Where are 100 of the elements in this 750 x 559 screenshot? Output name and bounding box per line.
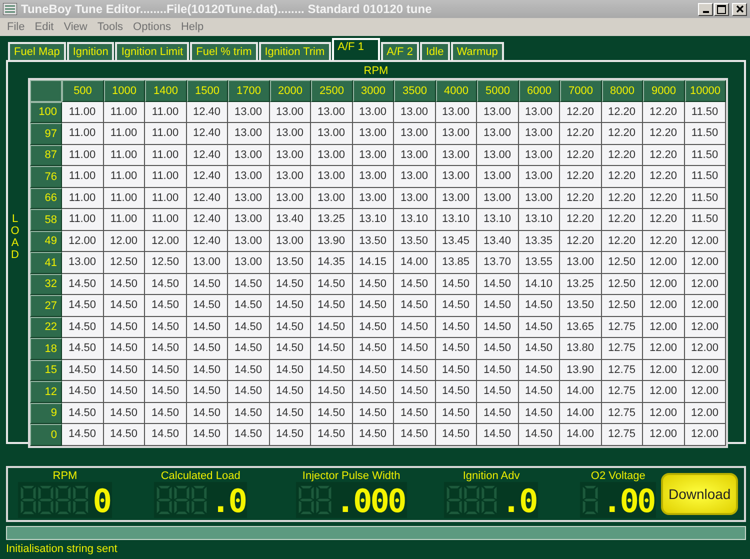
table-cell[interactable]: 14.50: [311, 381, 352, 402]
table-cell[interactable]: 13.00: [311, 102, 352, 123]
table-cell[interactable]: 12.00: [643, 338, 684, 360]
table-cell[interactable]: 13.00: [436, 144, 477, 166]
table-cell[interactable]: 13.00: [518, 102, 560, 123]
table-cell[interactable]: 12.50: [104, 252, 145, 274]
table-cell[interactable]: 14.50: [104, 424, 145, 446]
table-cell[interactable]: 13.10: [436, 209, 477, 230]
table-cell[interactable]: 11.00: [145, 102, 186, 123]
table-cell[interactable]: 11.00: [104, 102, 145, 123]
table-cell[interactable]: 13.55: [518, 252, 560, 274]
table-cell[interactable]: 11.00: [104, 144, 145, 166]
table-cell[interactable]: 11.00: [62, 123, 104, 144]
table-cell[interactable]: 13.00: [270, 123, 311, 144]
tab[interactable]: Ignition Limit: [115, 42, 190, 60]
table-cell[interactable]: 13.90: [311, 230, 352, 252]
table-cell[interactable]: 12.00: [104, 230, 145, 252]
table-cell[interactable]: 12.00: [643, 381, 684, 402]
table-cell[interactable]: 14.50: [145, 274, 186, 295]
table-cell[interactable]: 14.50: [228, 295, 270, 316]
table-cell[interactable]: 14.50: [477, 295, 518, 316]
table-cell[interactable]: 14.50: [228, 381, 270, 402]
table-cell[interactable]: 12.20: [560, 209, 602, 230]
table-cell[interactable]: 13.00: [228, 144, 270, 166]
table-cell[interactable]: 13.65: [560, 316, 602, 338]
table-cell[interactable]: 12.75: [602, 338, 643, 360]
table-cell[interactable]: 14.15: [352, 252, 394, 274]
table-cell[interactable]: 13.00: [228, 209, 270, 230]
table-cell[interactable]: 13.00: [394, 123, 436, 144]
tab[interactable]: Warmup: [450, 42, 504, 60]
table-cell[interactable]: 14.50: [436, 360, 477, 381]
table-cell[interactable]: 12.40: [186, 102, 228, 123]
tab[interactable]: Idle: [420, 42, 450, 60]
table-cell[interactable]: 14.50: [186, 381, 228, 402]
table-cell[interactable]: 14.50: [352, 424, 394, 446]
table-cell[interactable]: 13.00: [270, 102, 311, 123]
table-cell[interactable]: 14.50: [104, 274, 145, 295]
table-cell[interactable]: 13.00: [352, 102, 394, 123]
table-cell[interactable]: 11.50: [684, 188, 726, 209]
table-cell[interactable]: 14.50: [62, 424, 104, 446]
table-cell[interactable]: 11.00: [62, 144, 104, 166]
table-cell[interactable]: 12.00: [62, 230, 104, 252]
table-cell[interactable]: 14.50: [518, 338, 560, 360]
table-cell[interactable]: 14.50: [311, 316, 352, 338]
table-cell[interactable]: 14.50: [145, 402, 186, 424]
table-cell[interactable]: 14.00: [560, 402, 602, 424]
table-cell[interactable]: 11.00: [104, 166, 145, 188]
table-cell[interactable]: 13.00: [477, 144, 518, 166]
table-cell[interactable]: 14.50: [394, 338, 436, 360]
table-cell[interactable]: 14.50: [352, 360, 394, 381]
table-cell[interactable]: 14.50: [104, 360, 145, 381]
table-cell[interactable]: 13.90: [560, 360, 602, 381]
table-cell[interactable]: 14.50: [477, 316, 518, 338]
table-cell[interactable]: 11.00: [62, 102, 104, 123]
table-cell[interactable]: 14.50: [270, 402, 311, 424]
table-cell[interactable]: 14.50: [477, 381, 518, 402]
table-cell[interactable]: 14.50: [104, 381, 145, 402]
table-cell[interactable]: 14.50: [145, 316, 186, 338]
table-cell[interactable]: 14.50: [228, 338, 270, 360]
table-cell[interactable]: 13.85: [436, 252, 477, 274]
table-cell[interactable]: 12.20: [643, 123, 684, 144]
table-cell[interactable]: 11.50: [684, 144, 726, 166]
table-cell[interactable]: 11.00: [104, 188, 145, 209]
table-cell[interactable]: 11.00: [145, 209, 186, 230]
table-cell[interactable]: 13.00: [311, 123, 352, 144]
table-cell[interactable]: 14.50: [394, 402, 436, 424]
table-cell[interactable]: 14.50: [477, 402, 518, 424]
table-cell[interactable]: 14.50: [270, 424, 311, 446]
tab[interactable]: A/F 1: [332, 38, 380, 60]
table-cell[interactable]: 14.50: [518, 316, 560, 338]
table-cell[interactable]: 11.50: [684, 102, 726, 123]
table-cell[interactable]: 14.50: [518, 424, 560, 446]
table-cell[interactable]: 14.50: [311, 402, 352, 424]
table-cell[interactable]: 11.00: [145, 188, 186, 209]
table-cell[interactable]: 13.00: [436, 102, 477, 123]
table-cell[interactable]: 13.00: [518, 166, 560, 188]
table-cell[interactable]: 14.50: [394, 274, 436, 295]
table-cell[interactable]: 12.20: [602, 166, 643, 188]
table-cell[interactable]: 14.50: [477, 274, 518, 295]
table-cell[interactable]: 13.00: [352, 123, 394, 144]
table-cell[interactable]: 14.50: [436, 295, 477, 316]
maximize-button[interactable]: [714, 2, 729, 16]
table-cell[interactable]: 14.50: [145, 338, 186, 360]
table-cell[interactable]: 12.20: [560, 188, 602, 209]
tab[interactable]: Fuel % trim: [190, 42, 258, 60]
table-cell[interactable]: 11.00: [62, 209, 104, 230]
table-cell[interactable]: 12.00: [684, 230, 726, 252]
table-cell[interactable]: 14.50: [352, 338, 394, 360]
table-cell[interactable]: 14.50: [518, 402, 560, 424]
table-cell[interactable]: 13.00: [477, 123, 518, 144]
table-cell[interactable]: 13.00: [270, 188, 311, 209]
table-cell[interactable]: 12.20: [560, 102, 602, 123]
table-cell[interactable]: 14.50: [228, 360, 270, 381]
table-cell[interactable]: 13.00: [270, 230, 311, 252]
table-cell[interactable]: 14.50: [436, 402, 477, 424]
table-cell[interactable]: 13.00: [186, 252, 228, 274]
table-cell[interactable]: 11.00: [145, 144, 186, 166]
table-cell[interactable]: 12.00: [684, 402, 726, 424]
table-cell[interactable]: 13.00: [477, 166, 518, 188]
table-cell[interactable]: 12.75: [602, 424, 643, 446]
